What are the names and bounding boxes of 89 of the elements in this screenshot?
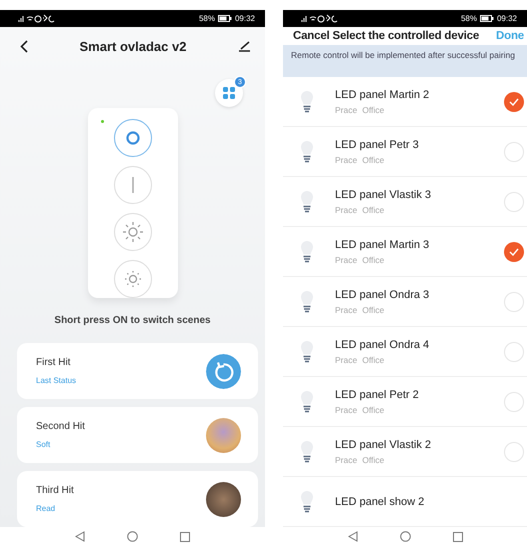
device-row[interactable]: LED panel Vlastik 3 Prace Office [283, 177, 527, 227]
home-name: Prace [335, 404, 358, 414]
scene-card[interactable]: Third Hit Read [17, 471, 258, 527]
checked-icon[interactable] [504, 242, 524, 262]
brightness-up-button[interactable] [114, 213, 152, 251]
scene-card[interactable]: Second Hit Soft [17, 407, 258, 463]
sun-icon [124, 270, 142, 288]
bulb-icon [300, 240, 314, 264]
device-name: LED panel Martin 3 [335, 238, 430, 250]
radio-circle[interactable] [504, 442, 524, 462]
room-name: Office [362, 204, 384, 214]
scene-name: Third Hit [36, 485, 74, 496]
clock-time: 09:32 [496, 14, 517, 23]
photo-placeholder [206, 482, 241, 516]
line-icon [132, 177, 134, 193]
bulb-icon [300, 490, 314, 514]
radio-circle[interactable] [504, 192, 524, 212]
back-nav-icon[interactable] [75, 531, 85, 542]
bulb-icon [300, 190, 314, 214]
home-name: Prace [335, 354, 358, 364]
refresh-icon [206, 354, 241, 388]
scene-card[interactable]: First Hit Last Status [17, 343, 258, 399]
device-row[interactable]: LED panel Vlastik 2 Prace Office [283, 427, 527, 477]
bulb-icon [300, 390, 314, 414]
ring-icon [126, 131, 140, 145]
edit-icon[interactable] [238, 40, 251, 52]
back-nav-icon[interactable] [348, 531, 358, 542]
device-row[interactable]: LED panel Ondra 4 Prace Office [283, 327, 527, 377]
room-name: Office [362, 354, 384, 364]
device-name: LED panel Ondra 4 [335, 338, 430, 350]
recents-nav-icon[interactable] [180, 532, 190, 542]
scene-name: First Hit [36, 357, 72, 368]
device-row[interactable]: LED panel Martin 2 Prace Office [283, 77, 527, 127]
scene-mode: Last Status [36, 376, 76, 385]
bulb-icon [300, 140, 314, 164]
radio-circle[interactable] [504, 292, 524, 312]
scene-mode: Soft [36, 440, 52, 449]
home-name: Prace [335, 204, 358, 214]
bulb-icon [300, 290, 314, 314]
grid-icon [223, 87, 235, 99]
screen-title: Smart ovladac v2 [80, 38, 186, 54]
device-row[interactable]: LED panel Petr 2 Prace Office [283, 377, 527, 427]
battery-percentage: 58% [460, 14, 477, 23]
device-row[interactable]: LED panel Ondra 3 Prace Office [283, 277, 527, 327]
room-name: Office [362, 304, 384, 314]
device-name: LED panel Martin 2 [335, 88, 430, 100]
bulb-icon [300, 440, 314, 464]
battery-icon [480, 15, 494, 22]
sun-icon [122, 222, 142, 242]
home-nav-icon[interactable] [400, 531, 410, 542]
clock-time: 09:32 [234, 14, 255, 23]
back-icon[interactable] [20, 40, 28, 52]
room-name: Office [362, 254, 384, 264]
room-name: Office [362, 154, 384, 164]
cancel-button[interactable]: Cancel [293, 30, 330, 42]
room-name: Office [362, 104, 384, 114]
off-button[interactable] [114, 119, 152, 157]
hint-text: Short press ON to switch scenes [53, 315, 212, 326]
home-name: Prace [335, 104, 358, 114]
home-nav-icon[interactable] [127, 531, 138, 542]
device-name: LED panel show 2 [335, 496, 426, 508]
scene-mode: Read [36, 504, 56, 513]
radio-circle[interactable] [504, 142, 524, 162]
screen-title: Select the controlled device [332, 30, 480, 42]
recents-nav-icon[interactable] [452, 532, 462, 542]
checked-icon[interactable] [504, 92, 524, 112]
scene-name: Second Hit [36, 421, 85, 432]
device-name: LED panel Vlastik 3 [335, 188, 432, 200]
home-name: Prace [335, 454, 358, 464]
room-name: Office [362, 454, 384, 464]
photo-placeholder [206, 418, 241, 452]
device-name: LED panel Petr 3 [335, 138, 420, 150]
radio-circle[interactable] [504, 392, 524, 412]
battery-icon [218, 15, 232, 22]
device-name: LED panel Vlastik 2 [335, 438, 432, 450]
bulb-icon [300, 90, 314, 114]
device-row[interactable]: LED panel Petr 3 Prace Office [283, 127, 527, 177]
device-name: LED panel Petr 2 [335, 388, 420, 400]
device-row[interactable]: LED panel Martin 3 Prace Office [283, 227, 527, 277]
home-name: Prace [335, 154, 358, 164]
battery-percentage: 58% [198, 14, 215, 23]
room-name: Office [362, 404, 384, 414]
home-name: Prace [335, 304, 358, 314]
device-name: LED panel Ondra 3 [335, 288, 430, 300]
bulb-icon [300, 340, 314, 364]
radio-circle[interactable] [504, 342, 524, 362]
pairing-notice: Remote control will be implemented after successful pairing [283, 45, 527, 77]
home-name: Prace [335, 254, 358, 264]
brightness-down-button[interactable] [114, 260, 152, 298]
